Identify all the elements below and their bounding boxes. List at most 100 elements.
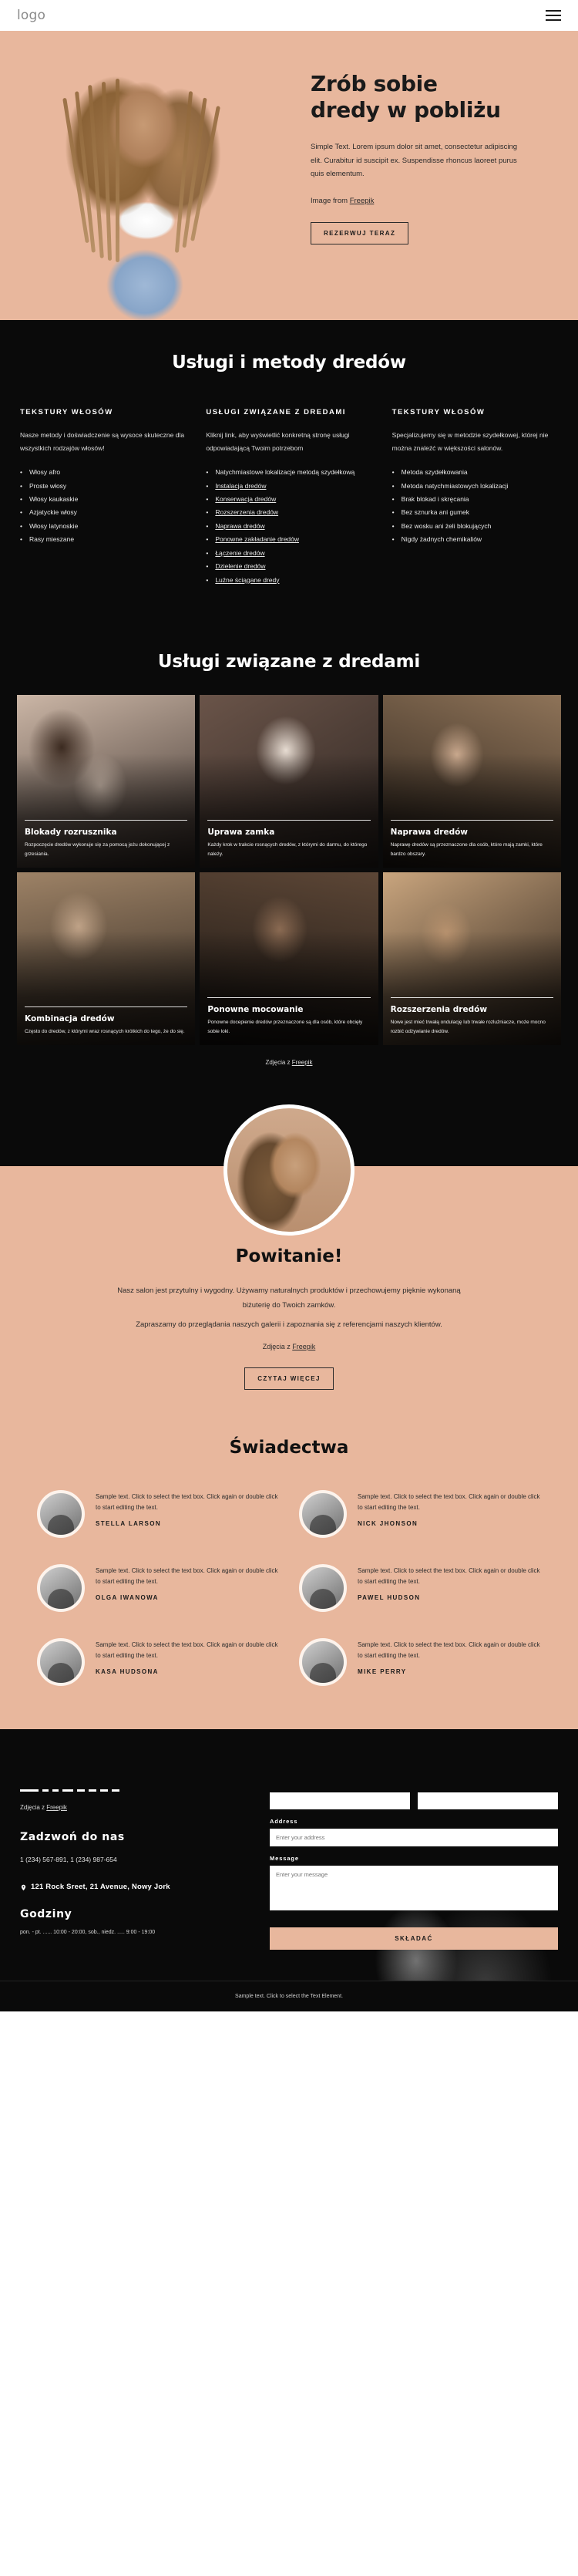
column-heading: TEKSTURY WŁOSÓW <box>391 408 486 416</box>
submit-button[interactable]: SKŁADAĆ <box>270 1927 558 1950</box>
site-header: logo <box>0 0 578 31</box>
testimonial-item: Sample text. Click to select the text bo… <box>299 1489 541 1538</box>
column-list: Metoda szydełkowania Metoda natychmiasto… <box>392 466 558 547</box>
message-textarea[interactable] <box>270 1865 558 1910</box>
service-link[interactable]: Luźne ściągane dredy <box>215 576 279 584</box>
list-item[interactable]: Naprawa dredów <box>206 520 371 534</box>
services-section: Usługi związane z dredami Blokady rozrus… <box>0 623 578 1092</box>
list-item: Nigdy żadnych chemikaliów <box>392 533 558 547</box>
list-item: Bez wosku ani żeli blokujących <box>392 520 558 534</box>
testimonial-author: KASA HUDSONA <box>96 1667 159 1675</box>
service-card-title: Uprawa zamka <box>207 828 275 838</box>
welcome-credit: Zdjęcia z Freepik <box>0 1343 578 1350</box>
list-item-label: Metoda szydełkowania <box>401 468 468 477</box>
column-paragraph: Nasze metody i doświadczenie są wysoce s… <box>20 431 185 453</box>
credit-link[interactable]: Freepik <box>292 1059 313 1066</box>
location-pin-icon <box>21 1884 26 1891</box>
avatar <box>299 1637 347 1686</box>
footer-contact-column: Zdjęcia z Freepik Zadzwoń do nas 1 (234)… <box>20 1789 251 1950</box>
service-card-desc: Każdy krok w trakcie rosnących dredów, z… <box>207 842 368 857</box>
testimonial-body: Sample text. Click to select the text bo… <box>358 1564 541 1601</box>
hero-credit-link[interactable]: Freepik <box>350 197 375 205</box>
service-link[interactable]: Łączenie dredów <box>215 549 264 557</box>
welcome-paragraph-1: Nasz salon jest przytulny i wygodny. Uży… <box>117 1286 461 1310</box>
service-link[interactable]: Konserwacja dredów <box>215 495 276 503</box>
service-link[interactable]: Rozszerzenia dredów <box>215 508 278 516</box>
address-field-group: Address <box>270 1818 558 1846</box>
service-card[interactable]: Uprawa zamka Każdy krok w trakcie rosnąc… <box>200 694 378 868</box>
list-item[interactable]: Rozszerzenia dredów <box>206 506 371 520</box>
list-item-label: Rasy mieszane <box>29 535 75 544</box>
list-item[interactable]: Łączenie dredów <box>206 547 371 561</box>
service-link[interactable]: Ponowne zakładanie dredów <box>215 535 299 543</box>
footer-address: 121 Rock Sreet, 21 Avenue, Nowy Jork <box>31 1883 170 1892</box>
column-paragraph: Kliknij link, aby wyświetlić konkretną s… <box>206 431 350 453</box>
list-item-label: Włosy afro <box>29 468 61 477</box>
bottom-bar-text: Sample text. Click to select the Text El… <box>235 1993 343 1999</box>
testimonials-section: Świadectwa Sample text. Click to select … <box>0 1423 578 1729</box>
service-card[interactable]: Ponowne mocowanie Ponowne docepienie dre… <box>200 872 378 1045</box>
methods-column-specialization: TEKSTURY WŁOSÓW Specjalizujemy się w met… <box>392 406 558 587</box>
footer-hours: Godziny pon. - pt. ...... 10:00 - 20:00,… <box>20 1908 251 1937</box>
testimonial-text: Sample text. Click to select the text bo… <box>358 1492 540 1511</box>
service-link[interactable]: Naprawa dredów <box>215 522 264 530</box>
book-now-button[interactable]: REZERWUJ TERAZ <box>311 222 409 244</box>
service-card-title: Blokady rozrusznika <box>25 828 117 838</box>
divider <box>390 820 553 821</box>
list-item-label: Proste włosy <box>29 481 67 490</box>
service-card[interactable]: Blokady rozrusznika Rozpoczęcie dredów w… <box>17 694 196 868</box>
list-item: Azjatyckie włosy <box>20 506 186 520</box>
hero-paragraph: Simple Text. Lorem ipsum dolor sit amet,… <box>311 143 518 179</box>
list-item: Włosy afro <box>20 466 186 480</box>
testimonial-body: Sample text. Click to select the text bo… <box>96 1564 279 1601</box>
column-paragraph: Specjalizujemy się w metodzie szydełkowe… <box>391 431 549 453</box>
address-input[interactable] <box>270 1828 558 1846</box>
testimonial-body: Sample text. Click to select the text bo… <box>96 1490 279 1527</box>
message-label: Message <box>270 1854 299 1862</box>
avatar <box>299 1563 347 1612</box>
service-card-desc: Nowe jest mieć trwałą ondulację lub trwa… <box>390 1020 546 1034</box>
methods-column-textures: TEKSTURY WŁOSÓW Nasze metody i doświadcz… <box>20 406 186 587</box>
form-blank-field-right[interactable] <box>418 1792 558 1809</box>
burger-line <box>546 15 561 16</box>
credit-link[interactable]: Freepik <box>292 1343 315 1350</box>
form-blank-field-left[interactable] <box>270 1792 410 1809</box>
hamburger-menu-icon[interactable] <box>546 10 561 21</box>
list-item[interactable]: Luźne ściągane dredy <box>206 574 371 588</box>
testimonial-author: NICK JHONSON <box>358 1519 418 1527</box>
methods-title: Usługi i metody dredów <box>172 352 406 373</box>
list-item[interactable]: Ponowne zakładanie dredów <box>206 533 371 547</box>
testimonial-text: Sample text. Click to select the text bo… <box>96 1566 278 1585</box>
service-card[interactable]: Rozszerzenia dredów Nowe jest mieć trwał… <box>382 872 561 1045</box>
list-item-label: Natychmiastowe lokalizacje metodą szydeł… <box>215 468 355 477</box>
testimonials-title: Świadectwa <box>229 1437 349 1458</box>
divider <box>25 1006 188 1007</box>
service-card-body: Ponowne mocowanie Ponowne docepienie dre… <box>207 997 371 1036</box>
service-card-body: Kombinacja dredów Często do dredów, z kt… <box>25 1006 188 1036</box>
list-item[interactable]: Konserwacja dredów <box>206 493 371 507</box>
service-card[interactable]: Kombinacja dredów Często do dredów, z kt… <box>17 872 196 1045</box>
service-card-body: Blokady rozrusznika Rozpoczęcie dredów w… <box>25 820 188 858</box>
list-item[interactable]: Instalacja dredów <box>206 480 371 494</box>
welcome-avatar <box>223 1104 355 1236</box>
service-card[interactable]: Naprawa dredów Naprawę dredów są przezna… <box>382 694 561 868</box>
service-link[interactable]: Instalacja dredów <box>215 482 266 490</box>
site-logo[interactable]: logo <box>17 8 45 23</box>
service-card-body: Uprawa zamka Każdy krok w trakcie rosnąc… <box>207 820 371 858</box>
testimonial-item: Sample text. Click to select the text bo… <box>37 1563 279 1612</box>
services-title: Usługi związane z dredami <box>157 651 421 672</box>
credit-link[interactable]: Freepik <box>46 1804 67 1811</box>
credit-prefix: Zdjęcia z <box>20 1803 47 1811</box>
service-link[interactable]: Dzielenie dredów <box>215 562 265 570</box>
footer-heading-placeholder <box>20 1789 251 1792</box>
testimonial-body: Sample text. Click to select the text bo… <box>358 1490 541 1527</box>
read-more-button[interactable]: CZYTAJ WIĘCEJ <box>244 1367 334 1390</box>
footer-credit: Zdjęcia z Freepik <box>20 1804 251 1811</box>
welcome-section: Powitanie! Nasz salon jest przytulny i w… <box>0 1091 578 1424</box>
avatar <box>299 1489 347 1538</box>
bottom-bar: Sample text. Click to select the Text El… <box>0 1980 578 2011</box>
testimonial-text: Sample text. Click to select the text bo… <box>358 1566 540 1585</box>
service-card-title: Naprawa dredów <box>390 828 468 838</box>
divider <box>25 820 188 821</box>
list-item[interactable]: Dzielenie dredów <box>206 560 371 574</box>
